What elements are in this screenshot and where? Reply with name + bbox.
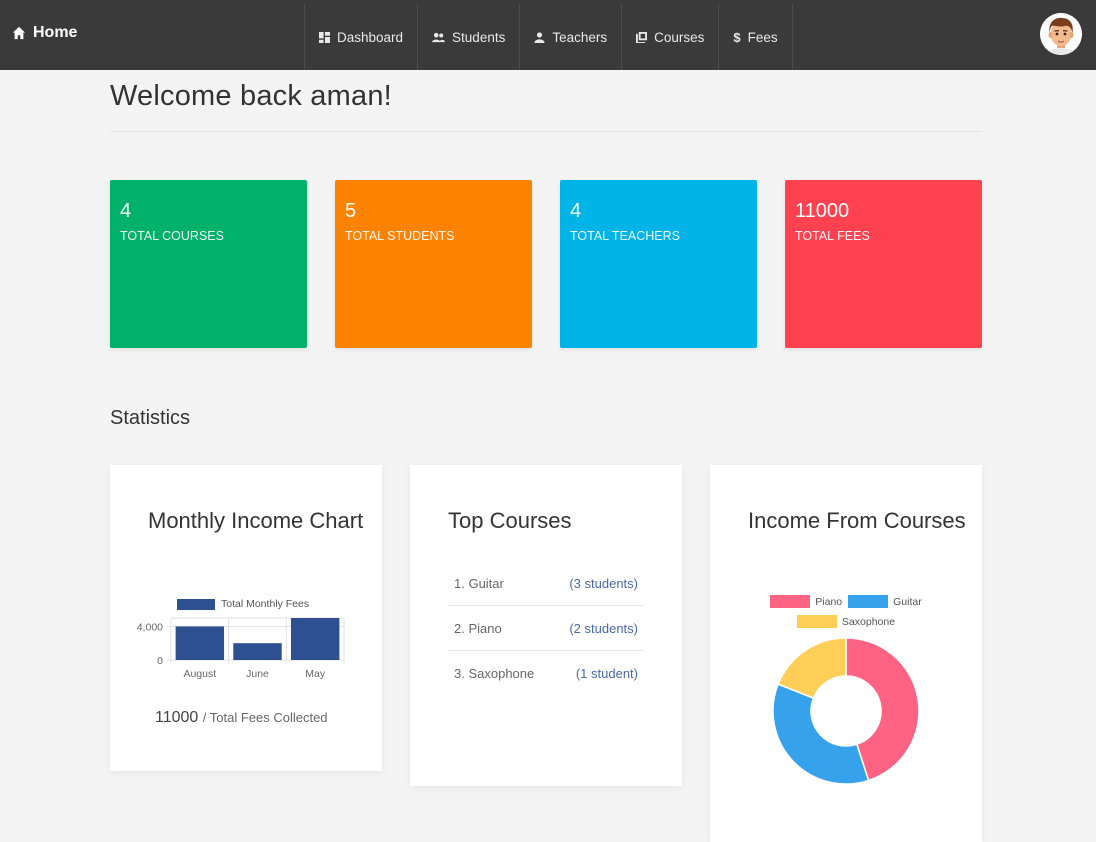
users-icon: [432, 32, 445, 42]
nav-students-label: Students: [452, 29, 506, 45]
heading-divider: [110, 131, 982, 132]
stat-card-courses: 4 TOTAL COURSES: [110, 180, 307, 348]
user-avatar[interactable]: [1040, 13, 1082, 55]
monthly-income-title: Monthly Income Chart: [148, 508, 364, 533]
nav-teachers[interactable]: Teachers: [520, 4, 623, 70]
top-navbar: Home Dashboard Students Teachers Courses…: [0, 0, 1096, 70]
stat-value: 4: [570, 200, 582, 222]
legend-label: Piano: [815, 595, 843, 608]
nav-students[interactable]: Students: [418, 4, 521, 70]
course-name: 1. Guitar: [454, 575, 504, 591]
slice-guitar[interactable]: [772, 683, 870, 785]
top-courses-list: 1. Guitar (3 students) 2. Piano (2 stude…: [448, 561, 644, 696]
nav-fees[interactable]: $ Fees: [719, 4, 793, 70]
bar-chart-legend[interactable]: Total Monthly Fees: [177, 598, 309, 610]
home-label: Home: [33, 24, 78, 41]
user-icon: [534, 31, 545, 43]
fees-total-label: / Total Fees Collected: [202, 710, 328, 725]
nav-courses[interactable]: Courses: [622, 4, 720, 70]
bar-may[interactable]: [290, 618, 340, 660]
home-link[interactable]: Home: [12, 24, 77, 42]
bar-june[interactable]: [233, 643, 282, 660]
stat-card-teachers: 4 TOTAL TEACHERS: [560, 180, 757, 348]
legend-label: Saxophone: [841, 615, 896, 628]
main-nav: Dashboard Students Teachers Courses $ Fe…: [304, 4, 793, 70]
income-courses-title: Income From Courses: [748, 508, 966, 533]
pie-chart-legend: Piano Guitar Saxophone: [760, 595, 932, 628]
nav-dashboard[interactable]: Dashboard: [305, 4, 419, 70]
statistics-heading: Statistics: [110, 407, 191, 429]
stat-card-fees: 11000 TOTAL FEES: [785, 180, 982, 348]
list-item: 3. Saxophone (1 student): [448, 651, 644, 696]
nav-courses-label: Courses: [654, 29, 705, 45]
stat-label: TOTAL COURSES: [120, 229, 224, 243]
legend-swatch: [848, 595, 889, 608]
dashboard-icon: [319, 31, 330, 43]
legend-swatch: [770, 595, 811, 608]
legend-item-piano[interactable]: Piano: [770, 595, 842, 608]
legend-swatch: [796, 615, 837, 628]
legend-item-guitar[interactable]: Guitar: [848, 595, 922, 608]
list-item: 1. Guitar (3 students): [448, 561, 644, 606]
course-name: 3. Saxophone: [454, 666, 535, 681]
x-tick-label: June: [246, 668, 269, 680]
x-tick-label: May: [305, 668, 326, 680]
nav-fees-label: Fees: [747, 29, 778, 45]
y-tick-label: 4,000: [137, 621, 163, 633]
fees-total: 11000: [155, 709, 199, 726]
books-icon: [636, 31, 648, 43]
top-courses-title: Top Courses: [448, 508, 572, 533]
legend-item-saxophone[interactable]: Saxophone: [796, 615, 896, 628]
fees-summary: 11000 / Total Fees Collected: [155, 709, 328, 727]
income-courses-panel: Income From Courses Piano Guitar Saxopho…: [710, 465, 982, 842]
nav-dashboard-label: Dashboard: [337, 29, 404, 45]
list-item: 2. Piano (2 students): [448, 606, 644, 651]
welcome-heading: Welcome back aman!: [110, 80, 392, 112]
legend-label: Total Monthly Fees: [221, 598, 310, 610]
stat-label: TOTAL TEACHERS: [570, 229, 680, 243]
stat-label: TOTAL FEES: [795, 229, 870, 243]
legend-label: Guitar: [893, 595, 922, 608]
top-courses-panel: Top Courses 1. Guitar (3 students) 2. Pi…: [410, 465, 682, 786]
course-student-count: (3 students): [569, 575, 638, 591]
nav-teachers-label: Teachers: [552, 29, 608, 45]
monthly-bar-chart: 0 4,000 August June May: [137, 617, 345, 680]
dollar-icon: $: [733, 29, 741, 45]
stat-value: 4: [120, 200, 132, 222]
course-name: 2. Piano: [454, 620, 502, 636]
course-student-count: (2 students): [569, 620, 638, 636]
x-tick-label: August: [183, 668, 216, 680]
stat-value: 5: [345, 200, 357, 222]
bar-august[interactable]: [175, 626, 225, 660]
home-icon: [12, 26, 26, 40]
income-donut-chart: [772, 637, 920, 785]
legend-swatch: [177, 598, 215, 610]
stat-value: 11000: [795, 200, 850, 222]
stat-label: TOTAL STUDENTS: [345, 229, 455, 243]
y-tick-label: 0: [157, 655, 163, 667]
monthly-income-panel: Monthly Income Chart Total Monthly Fees …: [110, 465, 382, 771]
avatar-face-icon: [1040, 13, 1082, 55]
course-student-count: (1 student): [575, 666, 638, 681]
stat-card-students: 5 TOTAL STUDENTS: [335, 180, 532, 348]
